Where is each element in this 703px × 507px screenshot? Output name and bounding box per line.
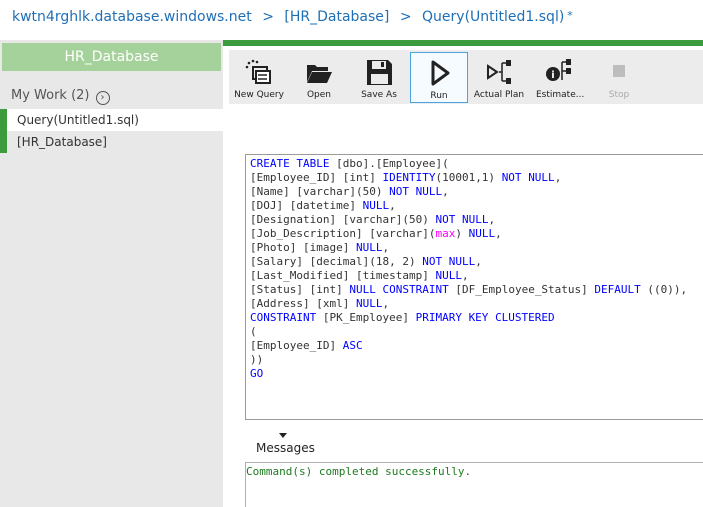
floppy-disk-icon	[367, 60, 392, 85]
breadcrumb-separator: >	[399, 9, 412, 25]
my-work-label: My Work (2)	[11, 88, 90, 103]
breadcrumb-database-link[interactable]: [HR_Database]	[284, 9, 389, 25]
new-query-icon	[245, 59, 271, 84]
sql-editor[interactable]: CREATE TABLE [dbo].[Employee]([Employee_…	[245, 154, 703, 420]
arrow-right-circle-icon[interactable]: ›	[95, 91, 110, 105]
messages-tab[interactable]: Messages	[256, 441, 315, 455]
code-line: CREATE TABLE [dbo].[Employee](	[250, 157, 449, 170]
code-line: GO	[250, 367, 264, 380]
code-line: [Address] [xml] NULL,	[250, 297, 390, 310]
work-item-label: [HR_Database]	[17, 135, 107, 149]
active-indicator	[0, 131, 7, 153]
code-line: [Job_Description] [varchar](max) NULL,	[250, 227, 502, 240]
breadcrumb-server-link[interactable]: kwtn4rghlk.database.windows.net	[12, 9, 252, 25]
active-indicator	[0, 109, 7, 131]
code-line: [Photo] [image] NULL,	[250, 241, 390, 254]
header-accent-bar	[223, 40, 703, 46]
work-item-label: Query(Untitled1.sql)	[17, 113, 139, 127]
open-label: Open	[306, 90, 332, 100]
actual-plan-button[interactable]: Actual Plan	[472, 52, 526, 103]
code-line: [Employee_ID] ASC	[250, 339, 363, 352]
breadcrumb-query-link[interactable]: Query(Untitled1.sql)	[422, 9, 564, 25]
code-line: [Employee_ID] [int] IDENTITY(10001,1) NO…	[250, 171, 562, 184]
new-query-button[interactable]: New Query	[233, 52, 285, 103]
breadcrumb: kwtn4rghlk.database.windows.net > [HR_Da…	[12, 9, 573, 29]
code-line: CONSTRAINT [PK_Employee] PRIMARY KEY CLU…	[250, 311, 555, 324]
stop-label: Stop	[608, 90, 630, 100]
code-line: [DOJ] [datetime] NULL,	[250, 199, 396, 212]
work-item-database[interactable]: [HR_Database]	[0, 131, 223, 153]
code-line: ))	[250, 353, 264, 366]
work-item-query[interactable]: Query(Untitled1.sql)	[0, 109, 223, 131]
code-line: [Designation] [varchar](50) NOT NULL,	[250, 213, 496, 226]
save-as-label: Save As	[361, 90, 397, 100]
run-button[interactable]: Run	[410, 52, 468, 103]
plan-tree-icon	[487, 60, 511, 84]
messages-text: Command(s) completed successfully.	[246, 465, 472, 478]
database-tab[interactable]: HR_Database	[2, 43, 221, 71]
caret-down-icon[interactable]	[279, 433, 287, 438]
unsaved-marker: *	[567, 9, 573, 22]
my-work-header: My Work (2) ›	[11, 88, 110, 105]
breadcrumb-separator: >	[262, 9, 274, 25]
code-line: (	[250, 325, 257, 338]
code-line: [Status] [int] NULL CONSTRAINT [DF_Emplo…	[250, 283, 688, 296]
estimated-plan-button[interactable]: i Estimate...	[536, 52, 585, 103]
code-line: [Salary] [decimal](18, 2) NOT NULL,	[250, 255, 482, 268]
folder-open-icon	[307, 65, 332, 83]
new-query-label: New Query	[234, 90, 284, 100]
stop-button[interactable]: Stop	[598, 52, 640, 103]
stop-icon	[613, 65, 625, 77]
estimated-plan-label: Estimate...	[536, 90, 585, 100]
play-icon	[431, 60, 450, 86]
code-line: [Last_Modified] [timestamp] NULL,	[250, 269, 469, 282]
svg-text:i: i	[551, 70, 554, 81]
code-line: [Name] [varchar](50) NOT NULL,	[250, 185, 449, 198]
open-button[interactable]: Open	[295, 52, 343, 103]
save-as-button[interactable]: Save As	[355, 52, 403, 103]
estimate-plan-icon: i	[546, 59, 571, 81]
run-label: Run	[430, 91, 448, 101]
actual-plan-label: Actual Plan	[473, 90, 525, 100]
